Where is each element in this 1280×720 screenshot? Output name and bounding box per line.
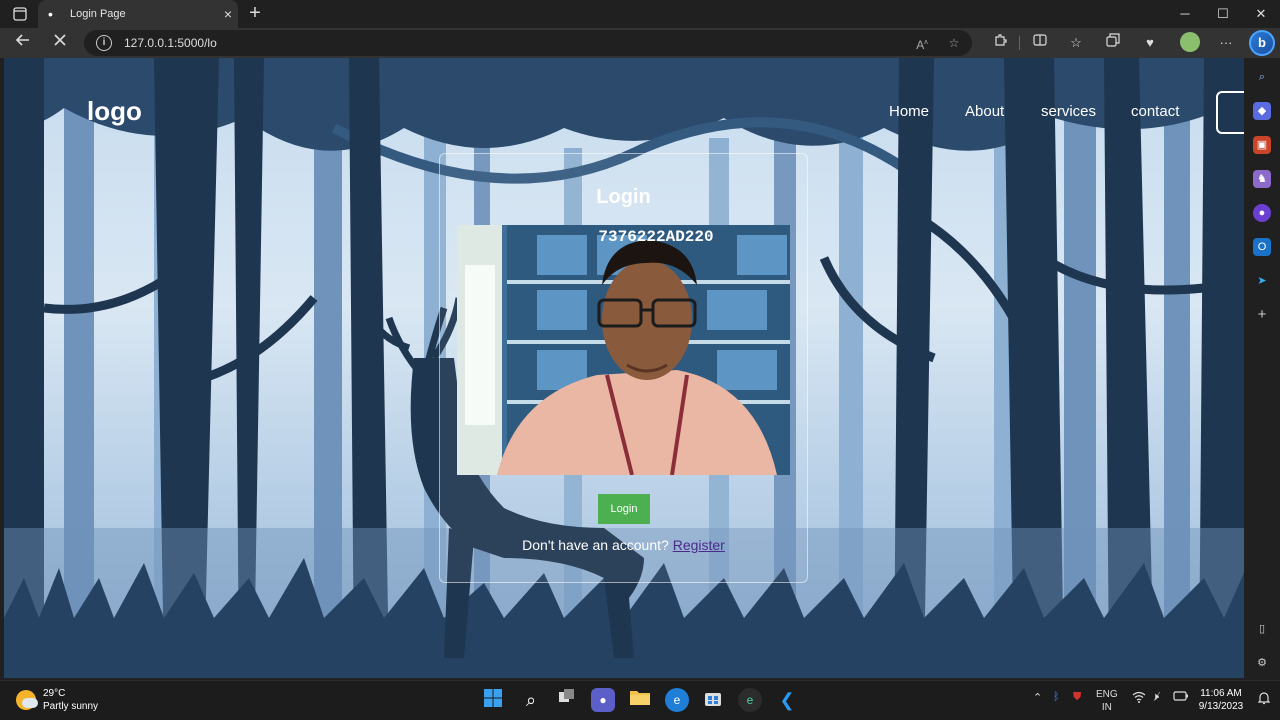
browser-tab[interactable]: • Login Page ×	[38, 0, 238, 28]
webcam-feed: 7376222AD220	[457, 225, 790, 475]
login-title: Login	[596, 186, 651, 208]
search-taskbar-icon[interactable]: ⌕	[519, 688, 543, 712]
close-window-button[interactable]: ✕	[1242, 0, 1280, 28]
microsoft-365-icon[interactable]: ●	[1253, 204, 1271, 222]
login-card: Login 7376222AD220 Login Don't have an a…	[439, 153, 808, 583]
send-drop-icon[interactable]: ➤	[1253, 272, 1271, 290]
battery-icon[interactable]	[1173, 691, 1189, 704]
favorites-icon[interactable]: ☆	[1065, 33, 1087, 53]
language-indicator[interactable]: ENG IN	[1096, 688, 1118, 714]
browser-title-bar: • Login Page × + ─ ☐ ✕	[0, 0, 1280, 28]
tools-briefcase-icon[interactable]: ▣	[1253, 136, 1271, 154]
split-screen-icon[interactable]	[1029, 33, 1051, 53]
microsoft-store-icon[interactable]	[701, 688, 725, 712]
nav-link-about[interactable]: About	[965, 103, 1004, 120]
register-link[interactable]: Register	[673, 537, 725, 553]
register-prompt-text: Don't have an account?	[522, 537, 669, 553]
volume-muted-icon[interactable]: 🕨̸	[1152, 691, 1159, 704]
wifi-icon[interactable]	[1132, 691, 1146, 706]
bluetooth-icon[interactable]: ᛒ	[1053, 691, 1060, 703]
face-id-overlay: 7376222AD220	[598, 228, 714, 246]
site-logo[interactable]: logo	[87, 96, 142, 127]
url-text[interactable]: 127.0.0.1:5000/lo	[124, 36, 217, 50]
login-button[interactable]: Login	[598, 494, 650, 524]
toolbar-separator	[1019, 36, 1020, 50]
clock-time: 11:06 AM	[1200, 688, 1242, 699]
partly-sunny-icon	[16, 690, 38, 710]
site-info-icon[interactable]: i	[96, 35, 112, 51]
favorite-star-icon[interactable]: ☆	[944, 34, 964, 52]
settings-gear-icon[interactable]: ⚙	[1253, 654, 1271, 672]
games-icon[interactable]: ♞	[1253, 170, 1271, 188]
antivirus-shield-icon[interactable]: ⛊	[1073, 691, 1081, 704]
webcam-image	[457, 225, 790, 475]
web-page: logo Home About services contact Login 7…	[4, 58, 1244, 678]
search-icon[interactable]: ⌕	[1253, 68, 1271, 86]
weather-temp: 29°C	[43, 688, 66, 699]
new-tab-button[interactable]: +	[244, 3, 266, 25]
language-code: ENG	[1096, 689, 1118, 700]
file-explorer-icon[interactable]	[628, 688, 652, 712]
language-region: IN	[1101, 702, 1112, 713]
outlook-icon[interactable]: O	[1253, 238, 1271, 256]
collections-icon[interactable]	[1102, 33, 1124, 53]
edge-browser-icon[interactable]: e	[665, 688, 689, 712]
nav-action-button[interactable]	[1216, 91, 1244, 134]
address-bar[interactable]: i 127.0.0.1:5000/lo Aʌ ☆	[84, 30, 972, 56]
system-clock[interactable]: 11:06 AM 9/13/2023	[1196, 687, 1246, 713]
weather-widget[interactable]: 29°C Partly sunny	[16, 687, 98, 713]
clock-date: 9/13/2023	[1198, 701, 1244, 712]
tab-actions-icon[interactable]	[8, 4, 32, 24]
edge-sidebar: ⌕ ◆ ▣ ♞ ● O ➤ + ▯ ⚙	[1244, 58, 1280, 678]
windows-start-icon[interactable]	[481, 688, 505, 712]
task-view-icon[interactable]	[555, 688, 579, 712]
read-aloud-icon[interactable]: Aʌ	[912, 34, 932, 52]
extensions-icon[interactable]	[989, 33, 1011, 53]
notification-bell-icon[interactable]	[1257, 691, 1271, 708]
profile-avatar[interactable]	[1180, 32, 1200, 52]
browser-toolbar: i 127.0.0.1:5000/lo Aʌ ☆ ☆ ♥ ··· b	[0, 28, 1280, 58]
nav-link-contact[interactable]: contact	[1131, 103, 1179, 120]
register-prompt: Don't have an account? Register	[440, 537, 807, 553]
maximize-button[interactable]: ☐	[1204, 0, 1242, 28]
vscode-icon[interactable]: ❮	[775, 688, 799, 712]
edge-active-icon[interactable]: e	[738, 688, 762, 712]
stop-loading-icon[interactable]	[48, 32, 72, 54]
more-options-icon[interactable]: ···	[1215, 33, 1237, 53]
minimize-button[interactable]: ─	[1166, 0, 1204, 28]
tab-title: Login Page	[70, 8, 126, 20]
loading-dot-icon: •	[48, 6, 53, 22]
bing-copilot-icon[interactable]: b	[1249, 30, 1275, 56]
weather-desc: Partly sunny	[43, 701, 99, 712]
show-hidden-icons[interactable]: ⌃	[1033, 691, 1042, 704]
nav-link-services[interactable]: services	[1041, 103, 1096, 120]
back-arrow-icon[interactable]	[11, 32, 35, 54]
hide-sidebar-icon[interactable]: ▯	[1253, 620, 1271, 638]
shopping-tag-icon[interactable]: ◆	[1253, 102, 1271, 120]
add-app-icon[interactable]: +	[1253, 306, 1271, 324]
performance-icon[interactable]: ♥	[1139, 33, 1161, 53]
windows-taskbar: 29°C Partly sunny ⌕ ● e e ❮ ⌃ ᛒ ⛊ ENG IN…	[0, 680, 1280, 720]
tab-close-icon[interactable]: ×	[218, 6, 238, 22]
nav-link-home[interactable]: Home	[889, 103, 929, 120]
teams-chat-icon[interactable]: ●	[591, 688, 615, 712]
